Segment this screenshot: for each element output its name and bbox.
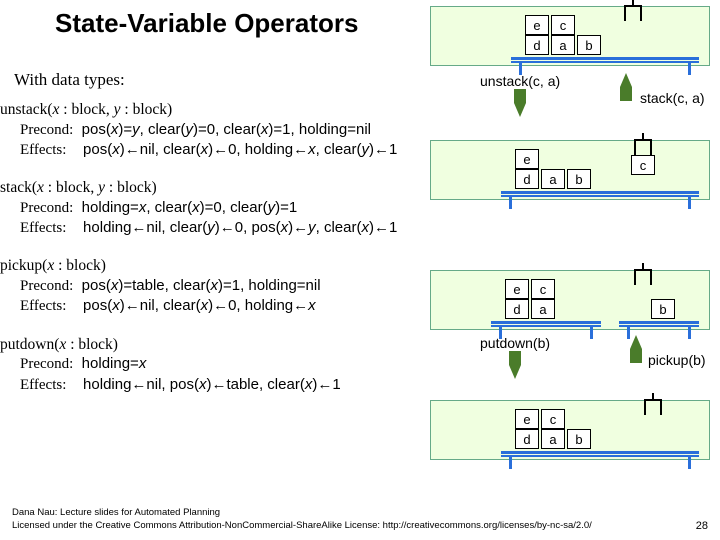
gripper-icon: [621, 5, 645, 23]
block-a: a: [541, 429, 565, 449]
block-d: d: [515, 169, 539, 189]
arrow-label: putdown(b): [480, 335, 550, 351]
block-d: d: [515, 429, 539, 449]
arrow-stack: [620, 73, 632, 101]
diagram-state-3: de ac b: [430, 400, 710, 460]
block-e: e: [515, 409, 539, 429]
block-a: a: [541, 169, 565, 189]
diagram-state-2: de ac b: [430, 270, 710, 330]
precond-text: pos(x)=table, clear(x)=1, holding=nil: [82, 277, 321, 294]
block-e: e: [525, 15, 549, 35]
block-c: c: [541, 409, 565, 429]
precond-text: holding=x: [82, 355, 147, 372]
effects-label: Effects:: [20, 142, 66, 158]
page-number: 28: [696, 520, 708, 532]
diagram-state-0: de ac b: [430, 6, 710, 66]
op-signature: putdown(x : block): [0, 335, 430, 355]
arrow-unstack: unstack(c, a): [480, 73, 560, 117]
block-b: b: [567, 429, 591, 449]
op-stack: stack(x : block, y : block) Precond: hol…: [0, 178, 430, 238]
block-c: c: [551, 15, 575, 35]
precond-label: Precond:: [20, 122, 73, 138]
precond-text: holding=x, clear(x)=0, clear(y)=1: [82, 199, 298, 216]
arrow-putdown: putdown(b): [480, 335, 550, 379]
effects-label: Effects:: [20, 377, 66, 393]
op-pickup: pickup(x : block) Precond: pos(x)=table,…: [0, 256, 430, 316]
block-c: c: [631, 155, 655, 175]
block-d: d: [505, 299, 529, 319]
block-a: a: [531, 299, 555, 319]
footer: Dana Nau: Lecture slides for Automated P…: [12, 507, 592, 532]
block-b: b: [577, 35, 601, 55]
op-signature: pickup(x : block): [0, 256, 430, 276]
block-e: e: [515, 149, 539, 169]
arrow-label-stack: stack(c, a): [640, 90, 705, 106]
diagram-state-1: c de a b: [430, 140, 710, 200]
footer-line2: Licensed under the Creative Commons Attr…: [12, 520, 592, 532]
effects-text: pos(x)←nil, clear(x)←0, holding←x, clear…: [83, 141, 397, 158]
slide-subtitle: With data types:: [14, 70, 125, 90]
arrow-label: unstack(c, a): [480, 73, 560, 89]
effects-label: Effects:: [20, 298, 66, 314]
block-d: d: [525, 35, 549, 55]
block-b: b: [567, 169, 591, 189]
block-c: c: [531, 279, 555, 299]
operators-list: unstack(x : block, y : block) Precond: p…: [0, 100, 430, 413]
slide-title: State-Variable Operators: [55, 8, 358, 39]
block-e: e: [505, 279, 529, 299]
gripper-icon: [641, 399, 665, 417]
block-b: b: [651, 299, 675, 319]
op-signature: stack(x : block, y : block): [0, 178, 430, 198]
effects-text: pos(x)←nil, clear(x)←0, holding←x: [83, 297, 316, 314]
block-a: a: [551, 35, 575, 55]
precond-label: Precond:: [20, 200, 73, 216]
arrow-label-pickup: pickup(b): [648, 352, 706, 368]
effects-label: Effects:: [20, 220, 66, 236]
arrow-pickup: [630, 335, 642, 363]
effects-text: holding←nil, pos(x)←table, clear(x)←1: [83, 376, 341, 393]
effects-text: holding←nil, clear(y)←0, pos(x)←y, clear…: [83, 219, 397, 236]
precond-text: pos(x)=y, clear(y)=0, clear(x)=1, holdin…: [82, 121, 371, 138]
precond-label: Precond:: [20, 278, 73, 294]
footer-line1: Dana Nau: Lecture slides for Automated P…: [12, 507, 592, 519]
op-signature: unstack(x : block, y : block): [0, 100, 430, 120]
gripper-icon: [631, 269, 655, 287]
op-unstack: unstack(x : block, y : block) Precond: p…: [0, 100, 430, 160]
op-putdown: putdown(x : block) Precond: holding=x Ef…: [0, 335, 430, 395]
precond-label: Precond:: [20, 356, 73, 372]
